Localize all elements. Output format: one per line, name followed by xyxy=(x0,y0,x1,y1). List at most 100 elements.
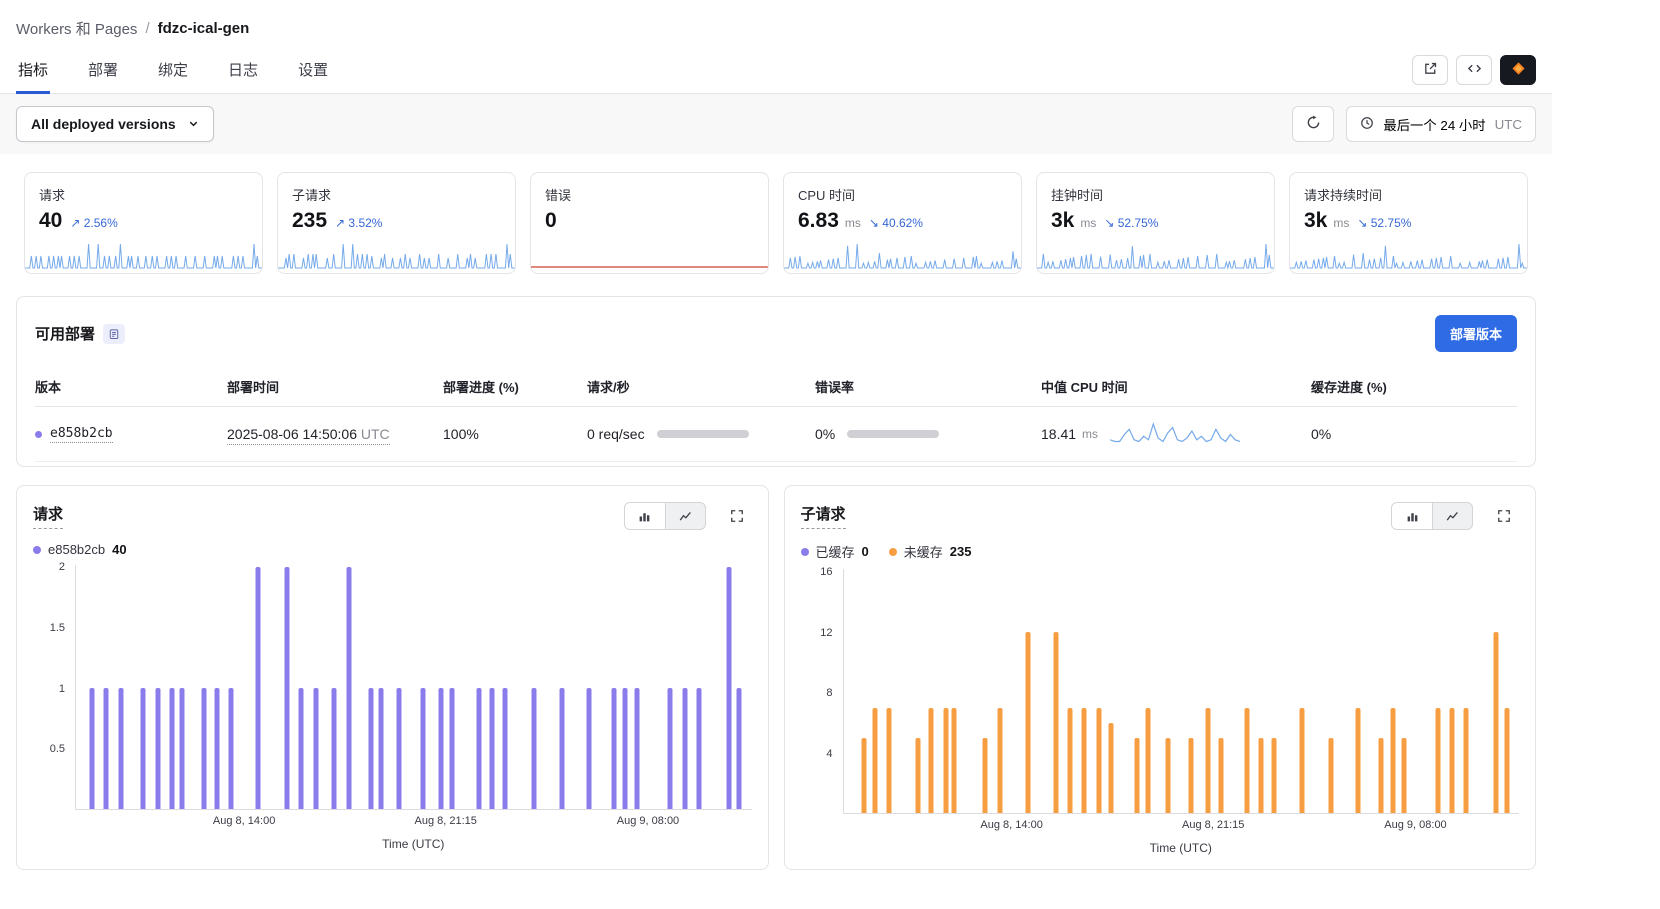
metric-card: 错误0 xyxy=(530,172,769,274)
legend-dot-icon xyxy=(801,548,809,556)
legend-item[interactable]: 已缓存0 xyxy=(801,542,869,561)
y-tick-label: 1 xyxy=(59,683,65,695)
filters-toolbar: All deployed versions 最后一个 24 小时 UTC xyxy=(0,94,1552,154)
bar-chart-toggle[interactable] xyxy=(1392,503,1432,529)
chart-bar xyxy=(611,688,616,809)
breadcrumb-root-link[interactable]: Workers 和 Pages xyxy=(16,18,137,39)
bar-chart-toggle[interactable] xyxy=(625,503,665,529)
metric-title: 子请求 xyxy=(292,185,501,204)
metric-unit: ms xyxy=(1333,216,1349,230)
y-tick-label: 8 xyxy=(826,687,832,699)
open-external-button[interactable] xyxy=(1412,55,1448,85)
metric-unit: ms xyxy=(845,216,861,230)
trend-down-icon: ↘ 52.75% xyxy=(1104,216,1158,230)
tab-settings[interactable]: 设置 xyxy=(296,51,330,93)
chart-bar xyxy=(1402,738,1407,813)
chart-bar xyxy=(1328,738,1333,813)
expand-chart-button[interactable] xyxy=(722,503,752,529)
workers-diamond-icon xyxy=(1511,61,1526,79)
workers-playground-button[interactable] xyxy=(1500,55,1536,85)
chart-bar xyxy=(1355,708,1360,813)
column-header: 错误率 xyxy=(815,377,1041,396)
chart-bar xyxy=(502,688,507,809)
chart-bar xyxy=(169,688,174,809)
y-tick-label: 2 xyxy=(59,561,65,573)
legend-series-name: 未缓存 xyxy=(904,542,943,561)
chart-bar xyxy=(1300,708,1305,813)
chart-bar xyxy=(1379,738,1384,813)
chart-legend: e858b2cb40 xyxy=(33,542,752,557)
line-chart-toggle[interactable] xyxy=(1432,503,1472,529)
metric-title: 请求 xyxy=(39,185,248,204)
chart-bar xyxy=(1244,708,1249,813)
time-range-selector[interactable]: 最后一个 24 小时 UTC xyxy=(1346,106,1536,142)
deploy-version-button[interactable]: 部署版本 xyxy=(1435,315,1517,352)
chart-bar xyxy=(313,688,318,809)
versions-dropdown-label: All deployed versions xyxy=(31,116,176,132)
tab-metrics[interactable]: 指标 xyxy=(16,51,50,93)
view-code-button[interactable] xyxy=(1456,55,1492,85)
tab-bar: 指标部署绑定日志设置 xyxy=(0,51,1552,94)
metric-card: CPU 时间6.83ms↘ 40.62% xyxy=(783,172,1022,274)
x-axis-labels: Aug 8, 14:00Aug 8, 21:15Aug 9, 08:00 xyxy=(75,815,752,830)
deployments-table-header: 版本部署时间部署进度 (%)请求/秒错误率中值 CPU 时间缓存进度 (%) xyxy=(35,368,1517,407)
deployment-row[interactable]: e858b2cb 2025-08-06 14:50:06 UTC 100% 0 … xyxy=(35,407,1517,462)
chart-bar xyxy=(1134,738,1139,813)
tab-bindings[interactable]: 绑定 xyxy=(156,51,190,93)
y-axis-labels: 0.511.52 xyxy=(33,565,75,810)
chart-bar xyxy=(298,688,303,809)
versions-dropdown[interactable]: All deployed versions xyxy=(16,106,214,142)
metric-title: CPU 时间 xyxy=(798,185,1007,204)
chart-bar xyxy=(1146,708,1151,813)
legend-series-name: 已缓存 xyxy=(816,542,855,561)
tab-deployments[interactable]: 部署 xyxy=(86,51,120,93)
requests-chart-card: 请求 e858b2cb40 0 xyxy=(16,485,769,870)
y-axis-labels: 481216 xyxy=(801,569,843,814)
chart-bar xyxy=(378,688,383,809)
chart-bar xyxy=(1504,708,1509,813)
column-header: 版本 xyxy=(35,377,227,396)
x-axis-title: Time (UTC) xyxy=(33,837,752,851)
chart-bar xyxy=(623,688,628,809)
chart-bar xyxy=(104,688,109,809)
chart-bar xyxy=(998,708,1003,813)
deploy-progress-value: 100% xyxy=(443,426,587,442)
cpu-median-unit: ms xyxy=(1082,427,1098,441)
column-header: 缓存进度 (%) xyxy=(1311,377,1517,396)
docs-icon[interactable] xyxy=(103,324,125,344)
legend-dot-icon xyxy=(33,546,41,554)
chart-bar xyxy=(1450,708,1455,813)
y-tick-label: 16 xyxy=(820,566,832,578)
legend-item[interactable]: 未缓存235 xyxy=(889,542,972,561)
chart-bar xyxy=(180,688,185,809)
legend-item[interactable]: e858b2cb40 xyxy=(33,542,127,557)
tabs-nav: 指标部署绑定日志设置 xyxy=(16,51,330,93)
chart-bar xyxy=(682,688,687,809)
chart-bar xyxy=(1435,708,1440,813)
external-link-icon xyxy=(1423,61,1438,79)
req-per-sec-value: 0 req/sec xyxy=(587,426,645,442)
chart-bar xyxy=(1108,723,1113,813)
chart-bar xyxy=(438,688,443,809)
legend-dot-icon xyxy=(889,548,897,556)
chart-plot-area xyxy=(843,569,1520,814)
legend-series-name: e858b2cb xyxy=(48,542,105,557)
x-tick-label: Aug 8, 14:00 xyxy=(213,815,275,827)
line-chart-toggle[interactable] xyxy=(665,503,705,529)
cpu-median-value: 18.41 xyxy=(1041,426,1076,442)
deployed-timezone: UTC xyxy=(361,426,390,442)
y-tick-label: 12 xyxy=(820,627,832,639)
chart-plot-area xyxy=(75,565,752,810)
tab-logs[interactable]: 日志 xyxy=(226,51,260,93)
expand-chart-button[interactable] xyxy=(1489,503,1519,529)
refresh-button[interactable] xyxy=(1292,106,1334,142)
x-tick-label: Aug 8, 21:15 xyxy=(1182,819,1244,831)
version-id[interactable]: e858b2cb xyxy=(50,426,113,443)
sparkline xyxy=(1037,240,1274,270)
metric-card: 子请求235↗ 3.52% xyxy=(277,172,516,274)
chart-type-toggle xyxy=(1391,502,1473,530)
chart-title: 子请求 xyxy=(801,503,846,529)
chart-bar xyxy=(587,688,592,809)
column-header: 中值 CPU 时间 xyxy=(1041,377,1311,396)
chart-bar xyxy=(887,708,892,813)
